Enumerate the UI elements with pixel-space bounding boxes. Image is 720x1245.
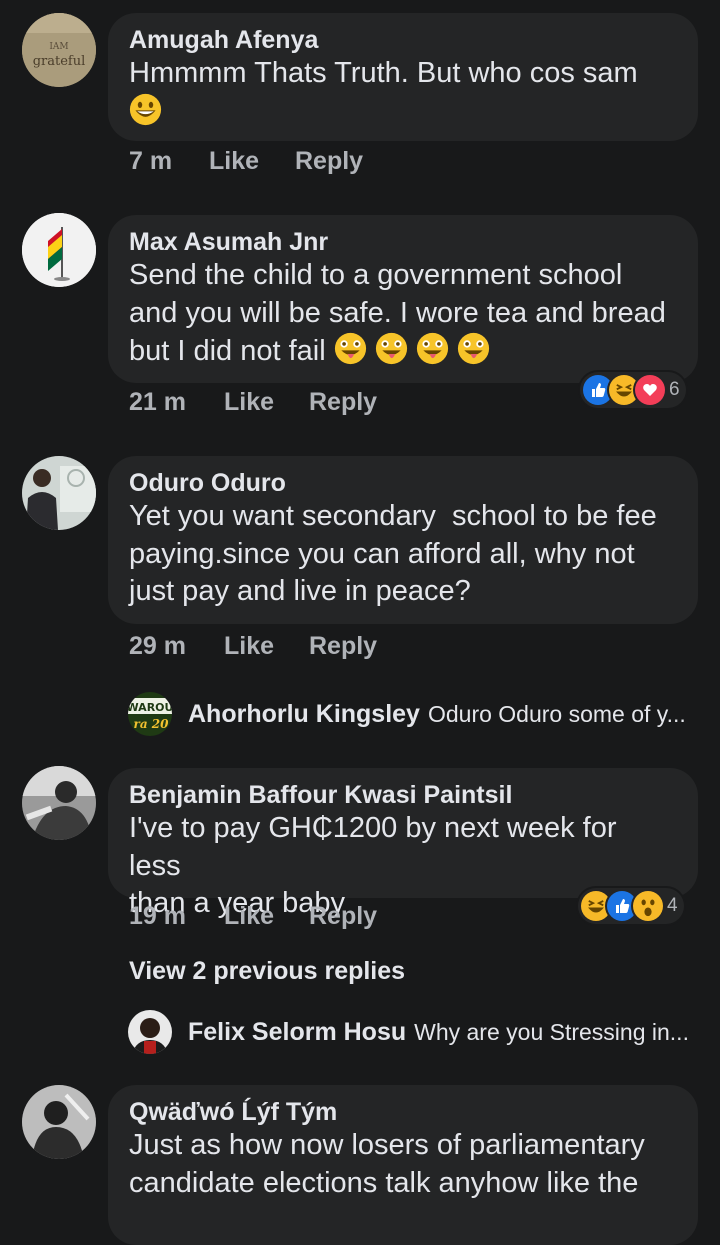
comment-bubble[interactable]: Amugah Afenya Hmmmm Thats Truth. But who… [108,13,698,141]
avatar[interactable] [22,1085,96,1159]
zany-face-icon [334,332,366,365]
svg-text:ra 20: ra 20 [134,717,170,731]
comment-text-line: but I did not fail [129,335,326,367]
reaction-count: 4 [667,895,678,916]
reply-author[interactable]: Ahorhorlu Kingsley [188,700,420,729]
like-button[interactable]: Like [224,902,274,931]
avatar-image [128,1010,172,1054]
reply-author[interactable]: Felix Selorm Hosu [188,1018,406,1047]
comment-text: Hmmmm Thats Truth. But who cos sam [129,55,676,131]
avatar[interactable] [22,213,96,287]
wow-reaction-icon [633,891,663,921]
comment-author[interactable]: Max Asumah Jnr [129,227,676,257]
avatar-image [22,456,96,530]
comment-text: Yet you want secondary school to be fee … [129,498,676,611]
like-button[interactable]: Like [224,632,274,661]
avatar[interactable]: IAM grateful [22,13,96,87]
avatar[interactable] [22,766,96,840]
reply-button[interactable]: Reply [295,147,363,176]
reply-preview[interactable]: WAROU ra 20 Ahorhorlu Kingsley Oduro Odu… [128,692,686,736]
comment-text-line: Just as how now losers of parliamentary [129,1129,645,1161]
comment-bubble[interactable]: Oduro Oduro Yet you want secondary schoo… [108,456,698,624]
like-button[interactable]: Like [224,388,274,417]
comment-text-line-wrap: but I did not fail [129,332,676,371]
comment-bubble[interactable]: Benjamin Baffour Kwasi Paintsil I've to … [108,768,698,919]
comment-author[interactable]: Oduro Oduro [129,468,676,498]
avatar-image [22,1085,96,1159]
avatar-image: IAM grateful [22,13,96,87]
comment-author[interactable]: Amugah Afenya [129,25,676,55]
comment-text-line: just pay and live in peace? [129,575,471,607]
svg-text:WAROU: WAROU [128,701,172,714]
reply-button[interactable]: Reply [309,902,377,931]
comment-bubble[interactable]: Qwäďwó Ĺýf Tým Just as how now losers of… [108,1085,698,1245]
comment-time: 29 m [129,632,186,660]
comment-author[interactable]: Benjamin Baffour Kwasi Paintsil [129,780,676,810]
comment-text-line: candidate elections talk anyhow like the [129,1166,639,1199]
comment-text: Send the child to a government school an… [129,257,676,371]
like-button[interactable]: Like [209,147,259,176]
reaction-summary[interactable]: 6 [580,372,686,408]
comment-text-line: Hmmmm Thats Truth. But who cos sam [129,57,638,89]
comment-text-line: Send the child to a government school [129,259,623,291]
comment-bubble[interactable]: Max Asumah Jnr Send the child to a gover… [108,215,698,383]
reaction-count: 6 [669,379,680,400]
comment-author[interactable]: Qwäďwó Ĺýf Tým [129,1097,676,1127]
view-previous-replies[interactable]: View 2 previous replies [129,957,405,986]
comment-time: 19 m [129,902,186,930]
comment-time: 7 m [129,147,173,175]
comment-text-line: and you will be safe. I wore tea and bre… [129,296,666,329]
comment-text-line: I've to pay GH₵1200 by next week for les… [129,812,617,882]
reply-snippet: Oduro Oduro some of y... [427,700,686,727]
love-reaction-icon [635,375,665,405]
reply-preview[interactable]: Felix Selorm Hosu Why are you Stressing … [128,1010,689,1054]
comment-text-line: Yet you want secondary school to be fee [129,500,657,532]
zany-face-icon [457,332,490,365]
zany-face-icon [375,332,407,365]
comment-text-line: paying.since you can afford all, why not [129,537,635,570]
avatar: WAROU ra 20 [128,692,172,736]
svg-text:IAM: IAM [49,42,68,52]
avatar-image [22,766,96,840]
ghana-flag-avatar [22,213,96,287]
svg-text:grateful: grateful [33,54,86,69]
comment-text: Just as how now losers of parliamentary … [129,1127,676,1202]
avatar[interactable] [22,456,96,530]
reply-button[interactable]: Reply [309,388,377,417]
comment-time: 21 m [129,388,186,416]
avatar [128,1010,172,1054]
reply-button[interactable]: Reply [309,632,377,661]
reply-snippet: Why are you Stressing in... [414,1018,689,1045]
reaction-summary[interactable]: 4 [578,888,684,924]
grinning-face-icon [129,93,162,125]
zany-face-icon [416,332,448,365]
avatar-image: WAROU ra 20 [128,692,172,736]
